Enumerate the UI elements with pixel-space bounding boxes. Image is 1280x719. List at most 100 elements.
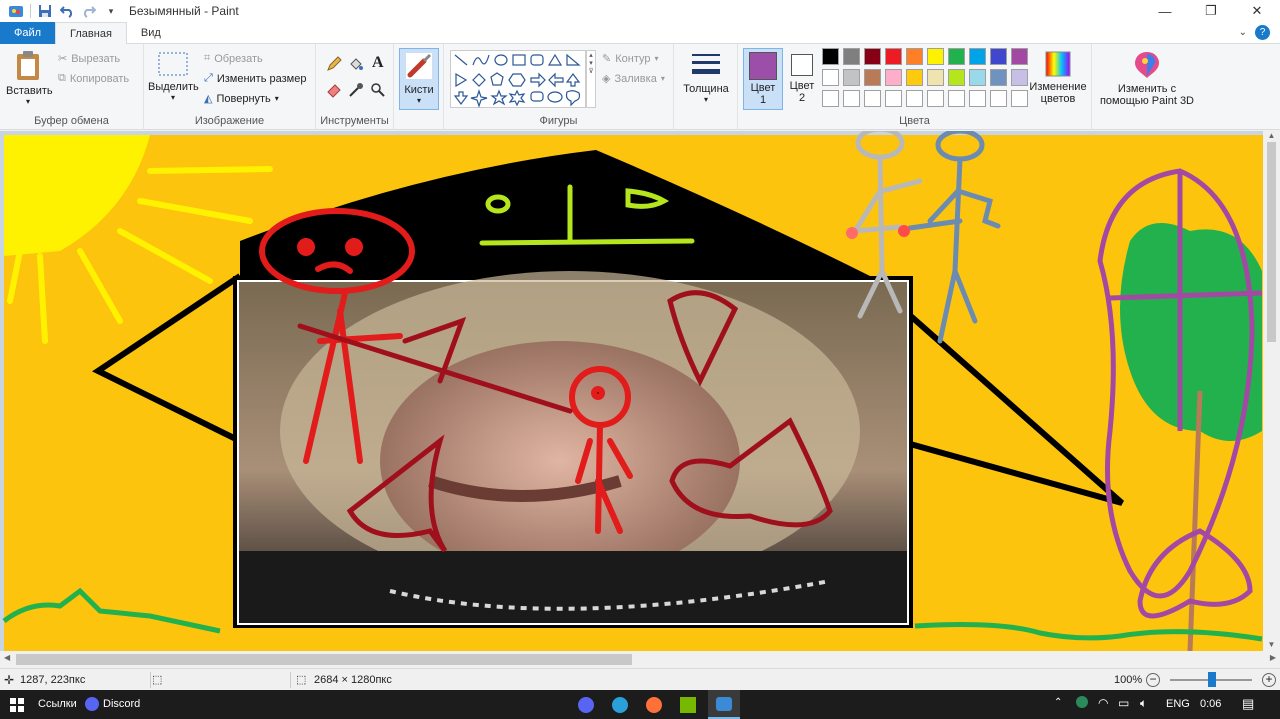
clock[interactable]: 0:06 [1200,698,1221,710]
palette-swatch[interactable] [969,48,986,65]
custom-color-slot[interactable] [822,90,839,107]
zoom-out-button[interactable]: − [1146,672,1160,687]
outline-button[interactable]: ✎ Контур ▾ [602,52,659,66]
palette-swatch[interactable] [885,48,902,65]
taskbar-links[interactable]: Ссылки [38,698,77,710]
fill-button[interactable]: ◈ Заливка ▾ [602,72,665,86]
undo-icon[interactable] [59,3,75,19]
maximize-button[interactable]: ❐ [1188,0,1234,22]
paint-app-icon[interactable] [8,3,24,19]
palette-swatch[interactable] [990,48,1007,65]
scroll-right-icon[interactable]: ▶ [1270,653,1276,662]
resize-button[interactable]: ⤢ Изменить размер [204,72,306,85]
palette-swatch[interactable] [948,48,965,65]
fill-bucket-icon[interactable] [348,56,364,72]
brushes-group: Кисти ▾ [394,44,444,130]
palette-swatch[interactable] [885,69,902,86]
color-picker-icon[interactable] [348,82,364,98]
windows-start-icon[interactable] [10,698,24,712]
custom-color-slot[interactable] [843,90,860,107]
horizontal-scroll-thumb[interactable] [16,654,632,665]
battery-icon[interactable]: ▭ [1118,696,1129,710]
palette-swatch[interactable] [948,69,965,86]
palette-swatch[interactable] [843,69,860,86]
save-icon[interactable] [37,3,53,19]
color1-button[interactable]: Цвет 1 [743,48,783,110]
shapes-scroll[interactable]: ▴ ▾ ⊽ [586,50,596,108]
drawing-canvas[interactable] [0,131,1280,651]
minimize-button[interactable]: — [1142,0,1188,22]
help-icon[interactable]: ? [1255,25,1270,40]
volume-icon[interactable]: 🔈︎ [1140,696,1147,711]
zoom-in-button[interactable]: + [1262,672,1276,687]
redo-icon[interactable] [81,3,97,19]
taskbar-nvidia-app[interactable] [674,694,702,716]
wifi-icon[interactable]: ◠ [1098,696,1108,710]
custom-color-slot[interactable] [969,90,986,107]
shapes-gallery[interactable] [450,50,586,108]
collapse-ribbon-icon[interactable]: ⌄ [1239,27,1247,38]
palette-swatch[interactable] [906,48,923,65]
copy-button[interactable]: ⧉ Копировать [58,72,129,85]
custom-color-slot[interactable] [906,90,923,107]
taskbar-discord-app[interactable] [572,694,600,716]
palette-swatch[interactable] [822,69,839,86]
palette-swatch[interactable] [1011,69,1028,86]
taskbar-paint-app[interactable] [708,690,740,719]
color2-button[interactable]: Цвет 2 [786,48,818,110]
tray-app-icon[interactable] [1076,696,1088,708]
paste-button[interactable]: Вставить ▾ [6,50,53,106]
custom-color-slot[interactable] [864,90,881,107]
ribbon: Вставить ▾ ✂ Вырезать ⧉ Копировать Буфер о… [0,44,1280,130]
crop-button[interactable]: ⌗ Обрезать [204,52,263,65]
tab-view[interactable]: Вид [127,22,175,44]
close-button[interactable]: ✕ [1234,0,1280,22]
palette-swatch[interactable] [864,69,881,86]
canvas-area[interactable]: ▲ ▼ [0,131,1280,651]
taskbar-telegram-app[interactable] [606,694,634,716]
size-button[interactable]: Толщина ▾ [682,50,730,104]
rotate-button[interactable]: ◭ Повернуть ▾ [204,92,279,106]
custom-color-slot[interactable] [927,90,944,107]
vertical-scroll-thumb[interactable] [1267,142,1276,342]
edit-colors-button[interactable]: Изменение цветов [1028,50,1088,105]
palette-swatch[interactable] [1011,48,1028,65]
palette-swatch[interactable] [822,48,839,65]
tab-file[interactable]: Файл [0,22,56,44]
horizontal-scrollbar[interactable]: ◀ ▶ [0,651,1280,668]
palette-swatch[interactable] [864,48,881,65]
language-indicator[interactable]: ENG [1166,698,1190,710]
notifications-icon[interactable]: ▤ [1242,696,1254,712]
text-tool-icon[interactable]: A [372,54,384,72]
palette-swatch[interactable] [990,69,1007,86]
customize-quick-access-icon[interactable]: ▾ [103,3,119,19]
show-hidden-icons-icon[interactable]: ⌃ [1054,697,1062,708]
magnifier-icon[interactable] [370,82,386,98]
eraser-icon[interactable] [326,82,342,98]
custom-color-slot[interactable] [990,90,1007,107]
scroll-down-icon[interactable]: ▼ [1263,640,1280,649]
select-dropdown-icon[interactable]: ▾ [148,93,198,102]
palette-swatch[interactable] [969,69,986,86]
edit-with-paint3d-button[interactable]: Изменить с помощью Paint 3D [1098,50,1196,107]
cut-button[interactable]: ✂ Вырезать [58,52,120,66]
tab-home[interactable]: Главная [55,22,127,45]
pencil-icon[interactable] [326,56,342,72]
brushes-button[interactable]: Кисти ▾ [399,48,439,110]
palette-swatch[interactable] [843,48,860,65]
custom-color-slot[interactable] [948,90,965,107]
telegram-icon [612,697,628,713]
palette-swatch[interactable] [927,48,944,65]
taskbar-firefox-app[interactable] [640,694,668,716]
scroll-up-icon[interactable]: ▲ [1263,131,1280,140]
palette-swatch[interactable] [906,69,923,86]
zoom-slider-thumb[interactable] [1208,672,1216,687]
custom-color-slot[interactable] [1011,90,1028,107]
scroll-left-icon[interactable]: ◀ [4,653,10,662]
select-button[interactable]: Выделить ▾ [148,50,199,102]
paste-dropdown-icon[interactable]: ▾ [6,97,50,106]
custom-color-slot[interactable] [885,90,902,107]
vertical-scrollbar[interactable]: ▲ ▼ [1263,131,1280,651]
palette-swatch[interactable] [927,69,944,86]
taskbar-discord[interactable]: Discord [103,698,140,710]
